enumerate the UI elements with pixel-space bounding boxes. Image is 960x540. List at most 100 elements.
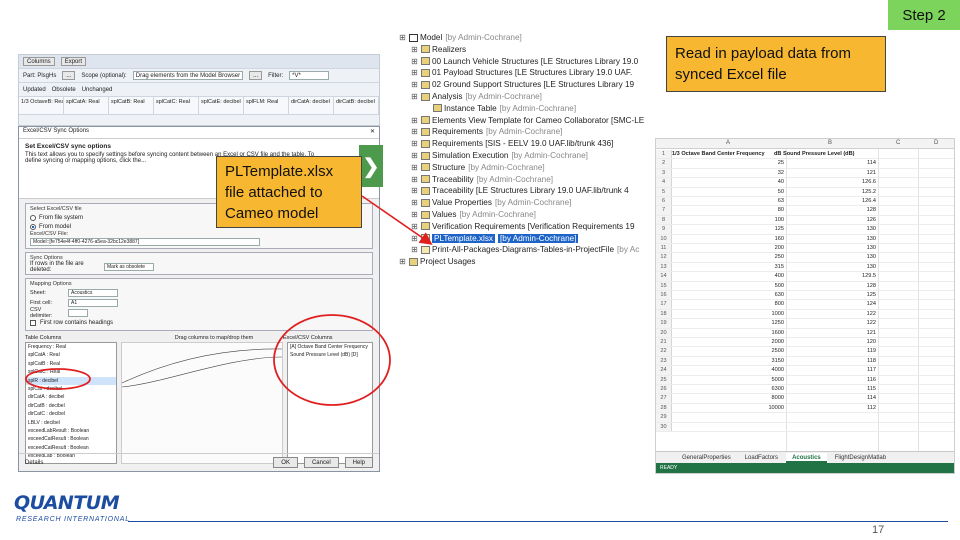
- excel-row[interactable]: 18 1000 122: [656, 309, 954, 320]
- cell-b[interactable]: 125: [786, 291, 878, 300]
- table-column-item[interactable]: splCatC : Real: [26, 368, 116, 376]
- cell-a[interactable]: 250: [672, 253, 786, 262]
- cell-a[interactable]: 40: [672, 178, 786, 187]
- row-number[interactable]: 17: [656, 300, 672, 309]
- excel-col-letter[interactable]: A: [726, 140, 730, 146]
- excel-row[interactable]: 20 1600 121: [656, 328, 954, 338]
- expand-toggle-icon[interactable]: ⊞: [398, 257, 407, 266]
- tree-node[interactable]: ⊞ Simulation Execution [by Admin-Cochrane]: [410, 150, 588, 161]
- cell-b[interactable]: 120: [786, 338, 878, 347]
- cell-a[interactable]: 1600: [672, 329, 786, 338]
- excel-column-item[interactable]: [A] Octave Band Center Frequency: [288, 343, 372, 351]
- sheet-tab[interactable]: Acoustics: [786, 452, 827, 463]
- cell-b[interactable]: 125.2: [786, 188, 878, 197]
- excel-row[interactable]: 8 100 126: [656, 215, 954, 226]
- columns-button[interactable]: Columns: [23, 57, 55, 66]
- row-number[interactable]: 26: [656, 385, 672, 394]
- excel-row[interactable]: 15 500 128: [656, 281, 954, 291]
- row-number[interactable]: 3: [656, 168, 672, 178]
- row-number[interactable]: 5: [656, 187, 672, 196]
- row-number[interactable]: 6: [656, 197, 672, 206]
- cell-b[interactable]: 115: [786, 385, 878, 394]
- tree-node[interactable]: ⊞ Requirements [by Admin-Cochrane]: [410, 126, 562, 137]
- cell-a[interactable]: 630: [672, 291, 786, 300]
- row-number[interactable]: 20: [656, 328, 672, 337]
- cell-a[interactable]: 500: [672, 282, 786, 291]
- first-cell-input[interactable]: A1: [68, 299, 118, 307]
- tree-node[interactable]: ⊞ Values [by Admin-Cochrane]: [410, 209, 536, 220]
- row-number[interactable]: 7: [656, 206, 672, 215]
- excel-row[interactable]: 7 80 128: [656, 206, 954, 216]
- excel-row[interactable]: 14 400 129.5: [656, 272, 954, 282]
- cell-b[interactable]: 126.4: [786, 197, 878, 206]
- cell-b[interactable]: 129.5: [786, 272, 878, 281]
- file-field[interactable]: Model::[fe754e4f-4ff0-4276-a5ea-32bc12e3…: [30, 238, 260, 246]
- excel-row[interactable]: 10 160 130: [656, 234, 954, 244]
- expand-toggle-icon[interactable]: ⊞: [410, 80, 419, 89]
- tree-node[interactable]: ⊞ Analysis [by Admin-Cochrane]: [410, 91, 542, 102]
- cell-b[interactable]: 128: [786, 206, 878, 215]
- expand-toggle-icon[interactable]: ⊞: [410, 92, 419, 101]
- sheet-tab[interactable]: FlightDesignMatlab: [829, 453, 892, 463]
- cell-b[interactable]: 130: [786, 235, 878, 244]
- table-column-item[interactable]: splR : decibel: [26, 376, 116, 385]
- row-number[interactable]: 1: [656, 150, 672, 159]
- excel-row[interactable]: 19 1250 122: [656, 319, 954, 329]
- column-header[interactable]: dirCatA: decibel: [289, 97, 334, 114]
- column-header[interactable]: dirCatB: decibel: [334, 97, 379, 114]
- cell-a[interactable]: 2000: [672, 338, 786, 347]
- cell-a[interactable]: 4000: [672, 366, 786, 375]
- column-header[interactable]: 1/3 OctaveB: Real: [19, 97, 64, 114]
- cell-b[interactable]: 118: [786, 357, 878, 366]
- cell-a[interactable]: 5000: [672, 376, 786, 385]
- tree-node[interactable]: Instance Table [by Admin-Cochrane]: [422, 103, 576, 114]
- excel-row[interactable]: 6 63 126.4: [656, 197, 954, 207]
- row-number[interactable]: 2: [656, 159, 672, 168]
- cell-b[interactable]: 112: [786, 404, 878, 413]
- cell-b[interactable]: 114: [786, 159, 878, 168]
- cell-b[interactable]: 122: [786, 319, 878, 328]
- excel-row[interactable]: 4 40 126.6: [656, 178, 954, 188]
- excel-row[interactable]: 27 8000 114: [656, 394, 954, 404]
- row-number[interactable]: 23: [656, 356, 672, 366]
- excel-row[interactable]: 16 630 125: [656, 291, 954, 301]
- element-type-button[interactable]: ...: [62, 71, 76, 80]
- sheet-tab[interactable]: GeneralProperties: [676, 453, 737, 463]
- tree-node[interactable]: ⊞ Requirements [SIS - EELV 19.0 UAF.lib/t…: [410, 138, 613, 149]
- scope-button[interactable]: ...: [249, 71, 263, 80]
- sheet-tab[interactable]: LoadFactors: [739, 453, 784, 463]
- close-icon[interactable]: ✕: [370, 128, 375, 137]
- row-number[interactable]: 24: [656, 366, 672, 375]
- excel-row[interactable]: 3 32 121: [656, 168, 954, 179]
- column-header[interactable]: splCatC: Real: [154, 97, 199, 114]
- table-column-item[interactable]: exceedCatResult : Boolean: [26, 444, 116, 452]
- cell-a[interactable]: 400: [672, 272, 786, 281]
- tree-node[interactable]: ⊞ Realizers: [410, 44, 466, 55]
- cell-a[interactable]: 1000: [672, 310, 786, 319]
- mapping-canvas[interactable]: [121, 342, 283, 464]
- excel-col-letter[interactable]: C: [896, 140, 900, 146]
- excel-row[interactable]: 17 800 124: [656, 300, 954, 310]
- row-number[interactable]: 22: [656, 347, 672, 356]
- cell-b-header[interactable]: dB Sound Pressure Level (dB): [774, 150, 855, 159]
- excel-row[interactable]: 28 10000 112: [656, 403, 954, 414]
- tree-node[interactable]: ⊞ 00 Launch Vehicle Structures [LE Struct…: [410, 56, 638, 67]
- scope-input[interactable]: Drag elements from the Model Browser: [132, 71, 244, 80]
- cell-a[interactable]: 3150: [672, 357, 786, 366]
- cell-a[interactable]: 800: [672, 300, 786, 309]
- expand-toggle-icon[interactable]: ⊞: [410, 245, 419, 254]
- cell-a[interactable]: 80: [672, 206, 786, 215]
- cell-a[interactable]: 125: [672, 225, 786, 234]
- row-number[interactable]: 14: [656, 272, 672, 281]
- expand-toggle-icon[interactable]: ⊞: [410, 198, 419, 207]
- excel-row[interactable]: 30: [656, 422, 954, 432]
- excel-columns-list[interactable]: [A] Octave Band Center Frequency Sound Pr…: [287, 342, 373, 464]
- tree-node[interactable]: ⊞ Print-All-Packages-Diagrams-Tables-in-P…: [410, 244, 639, 255]
- cell-b[interactable]: 130: [786, 253, 878, 262]
- cell-b[interactable]: 124: [786, 300, 878, 309]
- excel-row[interactable]: 13 315 130: [656, 262, 954, 273]
- tree-node[interactable]: ⊞ Value Properties [by Admin-Cochrane]: [410, 197, 571, 208]
- details-toggle[interactable]: Details: [25, 460, 43, 466]
- excel-row[interactable]: 12 250 130: [656, 253, 954, 263]
- cell-b[interactable]: 119: [786, 347, 878, 356]
